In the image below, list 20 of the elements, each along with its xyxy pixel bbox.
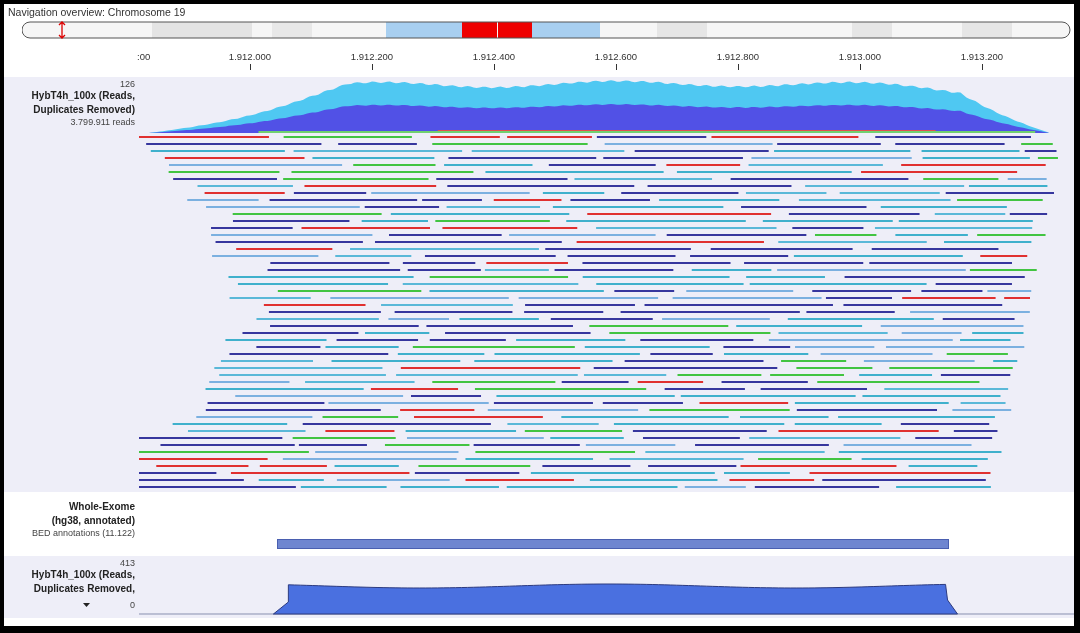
track-name: HybT4h_100x (Reads, Duplicates Removed)	[31, 89, 135, 117]
track-name: HybT4h_100x (Reads, Duplicates Removed,	[31, 568, 135, 596]
max-value: 413	[119, 558, 135, 568]
chromosome-ideogram[interactable]	[22, 21, 1071, 39]
read-count: 3.799.911 reads	[70, 117, 135, 127]
annotation-count: BED annotations (11.122)	[32, 528, 135, 538]
ruler-label: 1.912.200	[350, 51, 394, 62]
track-name: Whole-Exome (hg38, annotated)	[51, 500, 135, 528]
max-value: 126	[119, 79, 135, 89]
min-value: 0	[130, 600, 135, 610]
ruler-label: 1.912.400	[472, 51, 516, 62]
position-marker-icon[interactable]	[58, 21, 66, 39]
ruler-label: 1.913.000	[838, 51, 882, 62]
ruler-label: 1.912.800	[716, 51, 760, 62]
navigation-title: Navigation overview: Chromosome 19	[7, 5, 187, 20]
ruler-label: 1.912.600	[594, 51, 638, 62]
ruler-label: :00	[137, 51, 151, 62]
ruler-label: 1.913.200	[960, 51, 1004, 62]
ruler-label: 1.912.000	[228, 51, 272, 62]
dropdown-icon[interactable]	[83, 603, 90, 607]
